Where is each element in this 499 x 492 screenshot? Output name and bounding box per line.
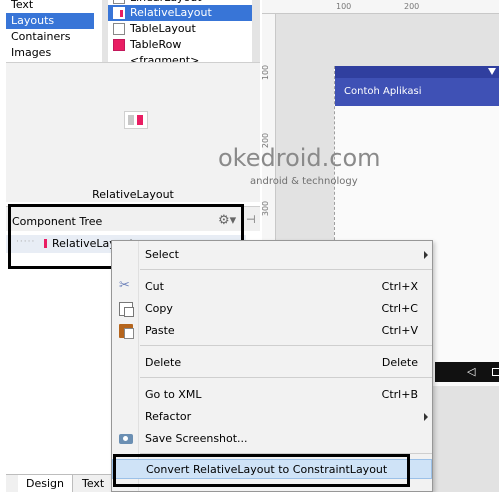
palette-item-fragment[interactable]: <fragment> xyxy=(108,53,252,62)
palette-scrollbar[interactable] xyxy=(252,0,260,62)
ruler-tick: 200 xyxy=(404,2,420,11)
camera-icon xyxy=(119,434,133,444)
menu-item-paste[interactable]: Paste Ctrl+V xyxy=(112,321,432,341)
menu-item-save-screenshot[interactable]: Save Screenshot... xyxy=(112,429,432,449)
palette-item-table-row[interactable]: TableRow xyxy=(108,37,252,53)
menu-item-label: Save Screenshot... xyxy=(145,432,248,445)
palette-categories: Text Layouts Containers Images xyxy=(6,0,102,62)
app-bar: Contoh Aplikasi xyxy=(335,78,499,106)
menu-item-delete[interactable]: Delete Delete xyxy=(112,353,432,373)
palette-preview: RelativeLayout xyxy=(6,62,260,202)
menu-item-copy[interactable]: Copy Ctrl+C xyxy=(112,299,432,319)
palette-item-label: TableLayout xyxy=(130,22,196,35)
ruler-horizontal: 100 200 xyxy=(262,0,499,14)
palette-category-containers[interactable]: Containers xyxy=(6,29,94,45)
menu-item-label: Select xyxy=(145,248,179,261)
menu-item-label: Delete xyxy=(145,356,182,369)
linear-layout-icon xyxy=(113,0,125,4)
menu-item-go-to-xml[interactable]: Go to XML Ctrl+B xyxy=(112,385,432,405)
hide-panel-icon[interactable]: ⊣ xyxy=(246,213,256,226)
ruler-tick: 100 xyxy=(261,64,271,81)
menu-item-shortcut: Ctrl+B xyxy=(381,388,418,401)
palette-category-images[interactable]: Images xyxy=(6,45,94,61)
ruler-tick: 300 xyxy=(261,200,271,217)
menu-item-shortcut: Ctrl+V xyxy=(381,324,418,337)
table-layout-icon xyxy=(113,23,125,35)
menu-item-label: Paste xyxy=(145,324,175,337)
palette-item-label: <fragment> xyxy=(130,54,200,62)
navigation-bar: ◁ xyxy=(435,362,499,382)
recents-icon xyxy=(492,368,499,376)
tab-text[interactable]: Text xyxy=(74,475,114,492)
menu-item-cut[interactable]: ✂ Cut Ctrl+X xyxy=(112,277,432,297)
palette-item-table-layout[interactable]: TableLayout xyxy=(108,21,252,37)
menu-item-label: Refactor xyxy=(145,410,192,423)
watermark-brand: okedroid.com xyxy=(218,144,381,172)
watermark: okedroid.com android & technology xyxy=(218,144,408,187)
menu-item-shortcut: Delete xyxy=(381,356,418,369)
convert-annotation-box xyxy=(113,454,410,487)
back-icon: ◁ xyxy=(467,365,476,378)
menu-item-shortcut: Ctrl+X xyxy=(381,280,418,293)
signal-icon xyxy=(488,68,496,75)
palette-category-layouts[interactable]: Layouts xyxy=(6,13,94,29)
palette-items: LinearLayout (vertical) RelativeLayout T… xyxy=(108,0,252,62)
tab-design[interactable]: Design xyxy=(18,475,73,492)
menu-separator xyxy=(140,377,432,378)
palette-category-text[interactable]: Text xyxy=(6,0,94,13)
palette-item-label: RelativeLayout xyxy=(130,6,212,19)
watermark-tagline: android & technology xyxy=(250,176,358,187)
menu-item-refactor[interactable]: Refactor xyxy=(112,407,432,427)
menu-separator xyxy=(140,345,432,346)
menu-item-label: Go to XML xyxy=(145,388,202,401)
menu-item-label: Cut xyxy=(145,280,164,293)
ruler-tick: 100 xyxy=(336,2,352,11)
palette-item-label: TableRow xyxy=(130,38,182,51)
status-bar xyxy=(335,66,499,78)
preview-caption: RelativeLayout xyxy=(92,188,174,201)
menu-item-label: Copy xyxy=(145,302,173,315)
paste-icon xyxy=(119,324,134,339)
menu-separator xyxy=(140,269,432,270)
app-title: Contoh Aplikasi xyxy=(344,86,422,97)
cut-icon: ✂ xyxy=(119,278,130,293)
relative-layout-icon xyxy=(113,7,125,19)
menu-item-select[interactable]: Select xyxy=(112,245,432,265)
menu-item-shortcut: Ctrl+C xyxy=(381,302,418,315)
copy-icon xyxy=(119,302,134,317)
palette-item-relative-layout[interactable]: RelativeLayout xyxy=(108,5,252,21)
submenu-arrow-icon xyxy=(424,251,428,259)
table-row-icon xyxy=(113,39,125,51)
submenu-arrow-icon xyxy=(424,413,428,421)
relative-layout-preview-icon xyxy=(124,111,148,129)
